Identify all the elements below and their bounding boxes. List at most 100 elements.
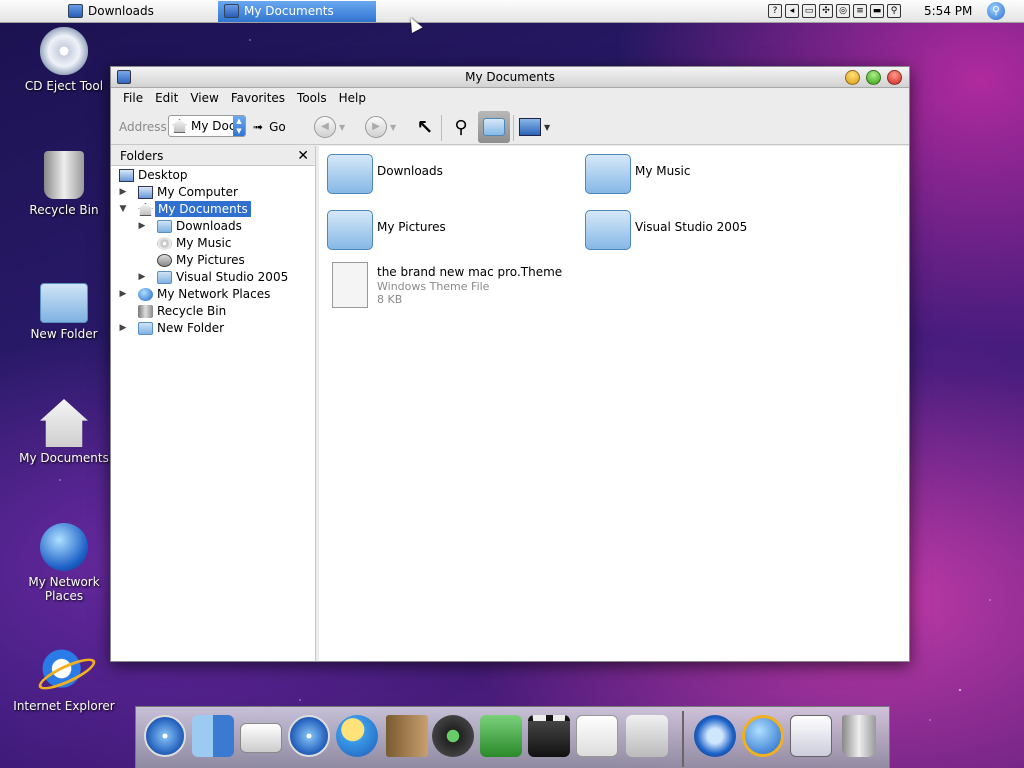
top-menubar: Downloads My Documents ? ◂ ▭ ✣ ◎ ≡ ▬ ⚲ 5… xyxy=(0,0,1024,23)
expand-arrow-icon[interactable]: ▶ xyxy=(136,269,148,286)
apple-icon[interactable] xyxy=(18,2,38,20)
theme-file-icon xyxy=(332,262,368,308)
desktop-icon xyxy=(119,169,134,182)
safari-icon[interactable] xyxy=(288,715,330,757)
tree-item-label: My Music xyxy=(176,236,232,250)
expand-arrow-icon[interactable]: ▶ xyxy=(117,184,129,201)
address-book-icon[interactable] xyxy=(386,715,428,757)
help-icon[interactable]: ? xyxy=(768,4,782,18)
pictures-icon xyxy=(157,254,172,267)
desktop-icon-my-documents[interactable]: My Documents xyxy=(9,399,119,465)
network-icon[interactable] xyxy=(742,715,784,757)
taskbar-button-my-documents[interactable]: My Documents xyxy=(218,1,376,22)
tree-item-my-computer[interactable]: ▶ My Computer xyxy=(120,184,238,201)
tree-item-my-pictures[interactable]: My Pictures xyxy=(157,252,245,269)
mail-icon[interactable] xyxy=(240,723,282,753)
tree-item-desktop[interactable]: Desktop xyxy=(119,167,188,184)
desktop-icon-recycle-bin[interactable]: Recycle Bin xyxy=(9,151,119,217)
toolbar-separator xyxy=(441,115,442,141)
battery-icon[interactable]: ▭ xyxy=(802,4,816,18)
tree-item-new-folder[interactable]: ▶ New Folder xyxy=(120,320,224,337)
close-icon[interactable]: ✕ xyxy=(297,146,309,166)
forward-button[interactable]: ▶ ▼ xyxy=(365,114,396,140)
chevron-updown-icon[interactable]: ▲ ▼ xyxy=(233,116,245,136)
expand-arrow-icon[interactable]: ▶ xyxy=(117,286,129,303)
tree-item-label: My Documents xyxy=(155,201,251,217)
cd-icon xyxy=(40,27,88,75)
views-button[interactable]: ▼ xyxy=(519,114,550,140)
close-button[interactable] xyxy=(887,70,902,85)
itunes-icon[interactable] xyxy=(432,715,474,757)
up-folder-button[interactable]: ↖ xyxy=(415,114,435,140)
chevron-down-icon[interactable]: ▼ xyxy=(544,123,550,132)
chevron-down-icon[interactable]: ▼ xyxy=(390,123,396,132)
chevron-down-icon[interactable]: ▼ xyxy=(339,123,345,132)
imovie-icon[interactable] xyxy=(528,715,570,757)
file-item-my-music[interactable]: My Music xyxy=(585,150,825,200)
folders-pane-title: Folders xyxy=(120,149,164,163)
taskbar-button-downloads[interactable]: Downloads xyxy=(62,1,212,22)
desktop-icon-label: Internet Explorer xyxy=(13,699,115,713)
desktop-icon-label: My Network Places xyxy=(28,575,100,603)
clock[interactable]: 5:54 PM xyxy=(924,4,972,18)
back-arrow-icon: ◀ xyxy=(314,116,336,138)
keyboard-icon[interactable]: ≡ xyxy=(853,4,867,18)
file-item-visual-studio-2005[interactable]: Visual Studio 2005 xyxy=(585,206,825,256)
windows-icon[interactable] xyxy=(790,715,832,757)
safari-icon[interactable] xyxy=(144,715,186,757)
ical-icon[interactable] xyxy=(576,715,618,757)
folder-icon xyxy=(157,271,172,284)
tree-item-visual-studio-2005[interactable]: ▶ Visual Studio 2005 xyxy=(139,269,288,286)
pictures-folder-icon xyxy=(327,210,373,250)
go-button[interactable]: ➟ Go xyxy=(253,120,292,134)
menu-help[interactable]: Help xyxy=(333,88,372,109)
search-icon[interactable]: ⚲ xyxy=(887,4,901,18)
network-icon[interactable]: ✣ xyxy=(819,4,833,18)
menu-tools[interactable]: Tools xyxy=(291,88,333,109)
search-button[interactable]: ⚲ xyxy=(448,114,474,140)
back-button[interactable]: ◀ ▼ xyxy=(314,114,345,140)
tree-item-recycle-bin[interactable]: Recycle Bin xyxy=(138,303,226,320)
tree-item-my-music[interactable]: My Music xyxy=(157,235,232,252)
maximize-button[interactable] xyxy=(866,70,881,85)
window-titlebar[interactable]: My Documents xyxy=(111,67,909,88)
menu-favorites[interactable]: Favorites xyxy=(225,88,291,109)
desktop-icon-new-folder[interactable]: New Folder xyxy=(9,275,119,341)
menu-edit[interactable]: Edit xyxy=(149,88,184,109)
window-menubar: File Edit View Favorites Tools Help xyxy=(111,88,909,109)
collapse-arrow-icon[interactable]: ▼ xyxy=(117,201,129,218)
expand-arrow-icon[interactable]: ▶ xyxy=(136,218,148,235)
trash-icon[interactable] xyxy=(842,715,876,757)
menu-view[interactable]: View xyxy=(184,88,224,109)
iphoto-icon[interactable] xyxy=(480,715,522,757)
desktop-icon-cd-eject-tool[interactable]: CD Eject Tool xyxy=(9,27,119,93)
tree-item-downloads[interactable]: ▶ Downloads xyxy=(139,218,242,235)
desktop-icon-my-network-places[interactable]: My Network Places xyxy=(9,523,119,603)
file-item-my-pictures[interactable]: My Pictures xyxy=(327,206,567,256)
tree-item-my-documents[interactable]: ▼ My Documents xyxy=(120,201,251,218)
tree-item-label: Desktop xyxy=(138,168,188,182)
cd-icon[interactable]: ◎ xyxy=(836,4,850,18)
file-item-downloads[interactable]: Downloads xyxy=(327,150,567,200)
spotlight-search-icon[interactable]: ⚲ xyxy=(987,2,1005,20)
globe-icon xyxy=(40,523,88,571)
expand-arrow-icon[interactable]: ▶ xyxy=(117,320,129,337)
utilities-icon[interactable] xyxy=(626,715,668,757)
menu-file[interactable]: File xyxy=(117,88,149,109)
display-icon[interactable]: ▬ xyxy=(870,4,884,18)
tree-item-my-network-places[interactable]: ▶ My Network Places xyxy=(120,286,270,303)
folder-icon xyxy=(157,220,172,233)
taskbar-label: My Documents xyxy=(244,4,334,18)
taskbar-label: Downloads xyxy=(88,4,154,18)
finder-icon[interactable] xyxy=(192,715,234,757)
address-combobox[interactable]: My Doc ▲ ▼ xyxy=(168,115,246,137)
ichat-icon[interactable] xyxy=(336,715,378,757)
folders-button[interactable] xyxy=(478,111,510,143)
file-item-theme[interactable]: the brand new mac pro.Theme Windows Them… xyxy=(327,262,587,314)
window-icon xyxy=(224,4,239,18)
minimize-button[interactable] xyxy=(845,70,860,85)
quicktime-icon[interactable] xyxy=(694,715,736,757)
window-icon[interactable] xyxy=(117,70,131,84)
desktop-icon-internet-explorer[interactable]: Internet Explorer xyxy=(9,647,119,713)
volume-icon[interactable]: ◂ xyxy=(785,4,799,18)
